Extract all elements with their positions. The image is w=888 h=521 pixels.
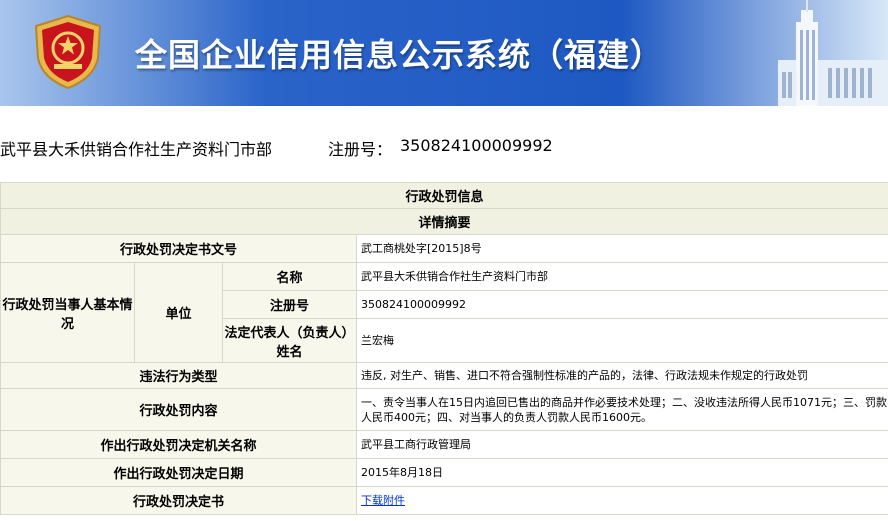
name-label: 名称 bbox=[222, 262, 357, 291]
reg-number-label: 注册号： bbox=[328, 140, 393, 159]
unit-label: 单位 bbox=[134, 262, 223, 363]
company-name: 武平县大禾供销合作社生产资料门市部 bbox=[0, 140, 273, 159]
header-banner: 全国企业信用信息公示系统（福建） bbox=[0, 0, 888, 106]
company-info: 武平县大禾供销合作社生产资料门市部 注册号： 350824100009992 bbox=[0, 106, 888, 182]
legal-rep-label: 法定代表人（负责人）姓名 bbox=[222, 318, 357, 363]
building-illustration bbox=[778, 0, 888, 106]
violation-type-label: 违法行为类型 bbox=[0, 362, 357, 389]
table-row: 行政处罚当事人基本情况 单位 名称 武平县大禾供销合作社生产资料门市部 bbox=[0, 262, 888, 363]
legal-rep-value: 兰宏梅 bbox=[355, 318, 888, 363]
reg-value: 350824100009992 bbox=[355, 290, 888, 319]
decision-date-value: 2015年8月18日 bbox=[355, 458, 888, 487]
penalty-detail-table: 行政处罚信息 详情摘要 行政处罚决定书文号 武工商桃处字[2015]8号 行政处… bbox=[0, 182, 888, 515]
table-row: 违法行为类型 违反, 对生产、销售、进口不符合强制性标准的产品的，法律、行政法规… bbox=[0, 362, 888, 389]
decision-doc-no-value: 武工商桃处字[2015]8号 bbox=[355, 234, 888, 263]
violation-type-value: 违反, 对生产、销售、进口不符合强制性标准的产品的，法律、行政法规未作规定的行政… bbox=[355, 362, 888, 389]
system-title: 全国企业信用信息公示系统（福建） bbox=[135, 36, 664, 74]
authority-label: 作出行政处罚决定机关名称 bbox=[0, 430, 357, 459]
table-row: 行政处罚决定书文号 武工商桃处字[2015]8号 bbox=[0, 234, 888, 263]
table-row: 行政处罚决定书 下载附件 bbox=[0, 486, 888, 515]
decision-doc-label: 行政处罚决定书 bbox=[0, 486, 357, 515]
party-label: 行政处罚当事人基本情况 bbox=[0, 262, 135, 363]
decision-date-label: 作出行政处罚决定日期 bbox=[0, 458, 357, 487]
authority-value: 武平县工商行政管理局 bbox=[355, 430, 888, 459]
download-attachment-link[interactable]: 下载附件 bbox=[361, 494, 405, 507]
section-title: 行政处罚信息 bbox=[0, 182, 888, 209]
reg-label: 注册号 bbox=[222, 290, 357, 319]
table-row: 作出行政处罚决定机关名称 武平县工商行政管理局 bbox=[0, 430, 888, 459]
table-row: 作出行政处罚决定日期 2015年8月18日 bbox=[0, 458, 888, 487]
penalty-content-label: 行政处罚内容 bbox=[0, 388, 357, 431]
table-row: 行政处罚内容 一、责令当事人在15日内追回已售出的商品并作必要技术处理；二、没收… bbox=[0, 388, 888, 431]
name-value: 武平县大禾供销合作社生产资料门市部 bbox=[355, 262, 888, 291]
subsection-title: 详情摘要 bbox=[0, 208, 888, 235]
reg-number-value: 350824100009992 bbox=[400, 136, 553, 155]
penalty-content-value: 一、责令当事人在15日内追回已售出的商品并作必要技术处理；二、没收违法所得人民币… bbox=[355, 388, 888, 431]
decision-doc-cell: 下载附件 bbox=[355, 486, 888, 515]
decision-doc-no-label: 行政处罚决定书文号 bbox=[0, 234, 357, 263]
national-emblem-icon bbox=[34, 14, 102, 90]
